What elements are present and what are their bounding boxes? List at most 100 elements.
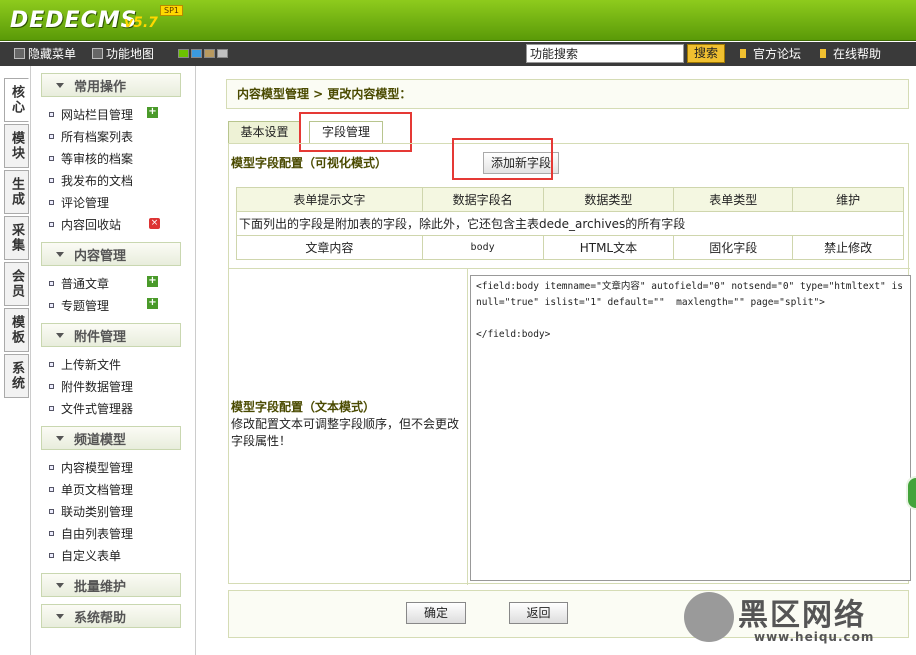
menu-icon — [14, 48, 25, 59]
clear-icon[interactable]: × — [149, 218, 160, 229]
floating-widget[interactable] — [906, 476, 916, 510]
col-header: 表单提示文字 — [236, 187, 423, 212]
menu-item-single-page[interactable]: 单页文档管理 — [49, 478, 195, 500]
bullet-icon — [49, 221, 54, 227]
menu-common: 网站栏目管理 + 所有档案列表 等审核的档案 我发布的文档 评论管理 内容回收站 × — [49, 103, 195, 235]
version-label: v5.7 — [124, 15, 158, 31]
vtab-system[interactable]: 系统 — [4, 354, 29, 398]
group-title: 批量维护 — [74, 579, 127, 595]
group-channel[interactable]: 频道模型 — [41, 426, 181, 450]
bullet-icon — [49, 177, 54, 183]
watermark-logo-icon — [684, 592, 734, 642]
menu-item-label: 专题管理 — [61, 298, 110, 313]
menu-item-all-archives[interactable]: 所有档案列表 — [49, 125, 195, 147]
add-icon[interactable]: + — [147, 298, 158, 309]
group-attachment[interactable]: 附件管理 — [41, 323, 181, 347]
bullet-icon — [49, 111, 54, 117]
watermark: 黑区网络 www.heiqu.com — [684, 590, 912, 650]
table-row: 文章内容 body HTML文本 固化字段 禁止修改 — [236, 235, 904, 260]
main-content: 内容模型管理 > 更改内容模型： 基本设置 字段管理 模型字段配置（可视化模式）… — [212, 66, 916, 655]
vtab-member[interactable]: 会员 — [4, 262, 29, 306]
logo: DEDECMS — [10, 8, 138, 33]
cell-maintain: 禁止修改 — [792, 235, 904, 260]
menu-item-upload[interactable]: 上传新文件 — [49, 353, 195, 375]
theme-brown[interactable] — [204, 49, 215, 58]
menu-content: 普通文章 + 专题管理 + — [49, 272, 195, 316]
add-icon[interactable]: + — [147, 276, 158, 287]
collapse-icon — [56, 613, 64, 619]
table-header-row: 表单提示文字 数据字段名 数据类型 表单类型 维护 — [236, 187, 904, 212]
back-button[interactable]: 返回 — [509, 602, 568, 624]
search-input[interactable] — [526, 44, 684, 63]
theme-green[interactable] — [178, 49, 189, 58]
vtab-template[interactable]: 模板 — [4, 308, 29, 352]
group-batch[interactable]: 批量维护 — [41, 573, 181, 597]
menu-item-label: 网站栏目管理 — [61, 107, 134, 122]
menu-item-label: 单页文档管理 — [61, 482, 134, 497]
add-icon[interactable]: + — [147, 107, 158, 118]
search-button[interactable]: 搜索 — [687, 44, 725, 63]
menu-item-label: 内容回收站 — [61, 217, 122, 232]
menu-item-label: 评论管理 — [61, 195, 110, 210]
menu-item-my-docs[interactable]: 我发布的文档 — [49, 169, 195, 191]
vtab-module[interactable]: 模块 — [4, 124, 29, 168]
field-config-textarea[interactable]: <field:body itemname="文章内容" autofield="0… — [470, 275, 911, 581]
menu-item-label: 联动类别管理 — [61, 504, 134, 519]
text-mode-title: 模型字段配置（文本模式） — [231, 400, 376, 414]
vtab-core[interactable]: 核心 — [4, 78, 29, 122]
field-panel: 模型字段配置（可视化模式） 添加新字段 表单提示文字 数据字段名 数据类型 表单… — [228, 143, 911, 585]
bullet-icon — [49, 133, 54, 139]
menu-item-linkage[interactable]: 联动类别管理 — [49, 500, 195, 522]
menu-channel: 内容模型管理 单页文档管理 联动类别管理 自由列表管理 自定义表单 — [49, 456, 195, 566]
menu-item-label: 所有档案列表 — [61, 129, 134, 144]
ok-button[interactable]: 确定 — [406, 602, 466, 624]
menu-item-topic[interactable]: 专题管理 + — [49, 294, 195, 316]
menu-attachment: 上传新文件 附件数据管理 文件式管理器 — [49, 353, 195, 419]
col-header: 表单类型 — [673, 187, 794, 212]
group-title: 频道模型 — [74, 432, 127, 448]
menu-item-comments[interactable]: 评论管理 — [49, 191, 195, 213]
bullet-icon — [49, 199, 54, 205]
group-title: 附件管理 — [74, 329, 127, 345]
site-map-link[interactable]: 功能地图 — [92, 45, 154, 62]
menu-item-content-model[interactable]: 内容模型管理 — [49, 456, 195, 478]
group-help[interactable]: 系统帮助 — [41, 604, 181, 628]
vtab-generate[interactable]: 生成 — [4, 170, 29, 214]
bullet-icon — [49, 405, 54, 411]
tab-basic-settings[interactable]: 基本设置 — [228, 121, 301, 144]
menu-item-attach-data[interactable]: 附件数据管理 — [49, 375, 195, 397]
watermark-text: 黑区网络 — [738, 598, 866, 633]
menu-item-free-list[interactable]: 自由列表管理 — [49, 522, 195, 544]
bullet-icon — [49, 530, 54, 536]
collapse-icon — [56, 332, 64, 338]
menu-item-label: 文件式管理器 — [61, 401, 134, 416]
theme-gray[interactable] — [217, 49, 228, 58]
col-header: 维护 — [792, 187, 904, 212]
field-table: 表单提示文字 数据字段名 数据类型 表单类型 维护 下面列出的字段是附加表的字段… — [236, 187, 904, 260]
group-content[interactable]: 内容管理 — [41, 242, 181, 266]
vtab-collect[interactable]: 采集 — [4, 216, 29, 260]
forum-link[interactable]: 官方论坛 — [740, 45, 801, 62]
highlight-add-field — [452, 138, 553, 180]
menu-item-custom-form[interactable]: 自定义表单 — [49, 544, 195, 566]
help-icon — [820, 49, 826, 58]
bullet-icon — [49, 302, 54, 308]
menu-item-label: 内容模型管理 — [61, 460, 134, 475]
hide-menu-link[interactable]: 隐藏菜单 — [14, 45, 76, 62]
help-link[interactable]: 在线帮助 — [820, 45, 881, 62]
table-note-row: 下面列出的字段是附加表的字段，除此外，它还包含主表dede_archives的所… — [236, 211, 904, 236]
hide-menu-label: 隐藏菜单 — [28, 47, 77, 61]
theme-blue[interactable] — [191, 49, 202, 58]
menu-item-pending[interactable]: 等审核的档案 — [49, 147, 195, 169]
group-title: 内容管理 — [74, 248, 127, 264]
bullet-icon — [49, 280, 54, 286]
collapse-icon — [56, 251, 64, 257]
menu-item-article[interactable]: 普通文章 + — [49, 272, 195, 294]
group-common[interactable]: 常用操作 — [41, 73, 181, 97]
menu-item-columns[interactable]: 网站栏目管理 + — [49, 103, 195, 125]
collapse-icon — [56, 82, 64, 88]
collapse-icon — [56, 435, 64, 441]
menu-item-file-manager[interactable]: 文件式管理器 — [49, 397, 195, 419]
theme-switcher — [178, 49, 228, 58]
menu-item-recycle[interactable]: 内容回收站 × — [49, 213, 195, 235]
